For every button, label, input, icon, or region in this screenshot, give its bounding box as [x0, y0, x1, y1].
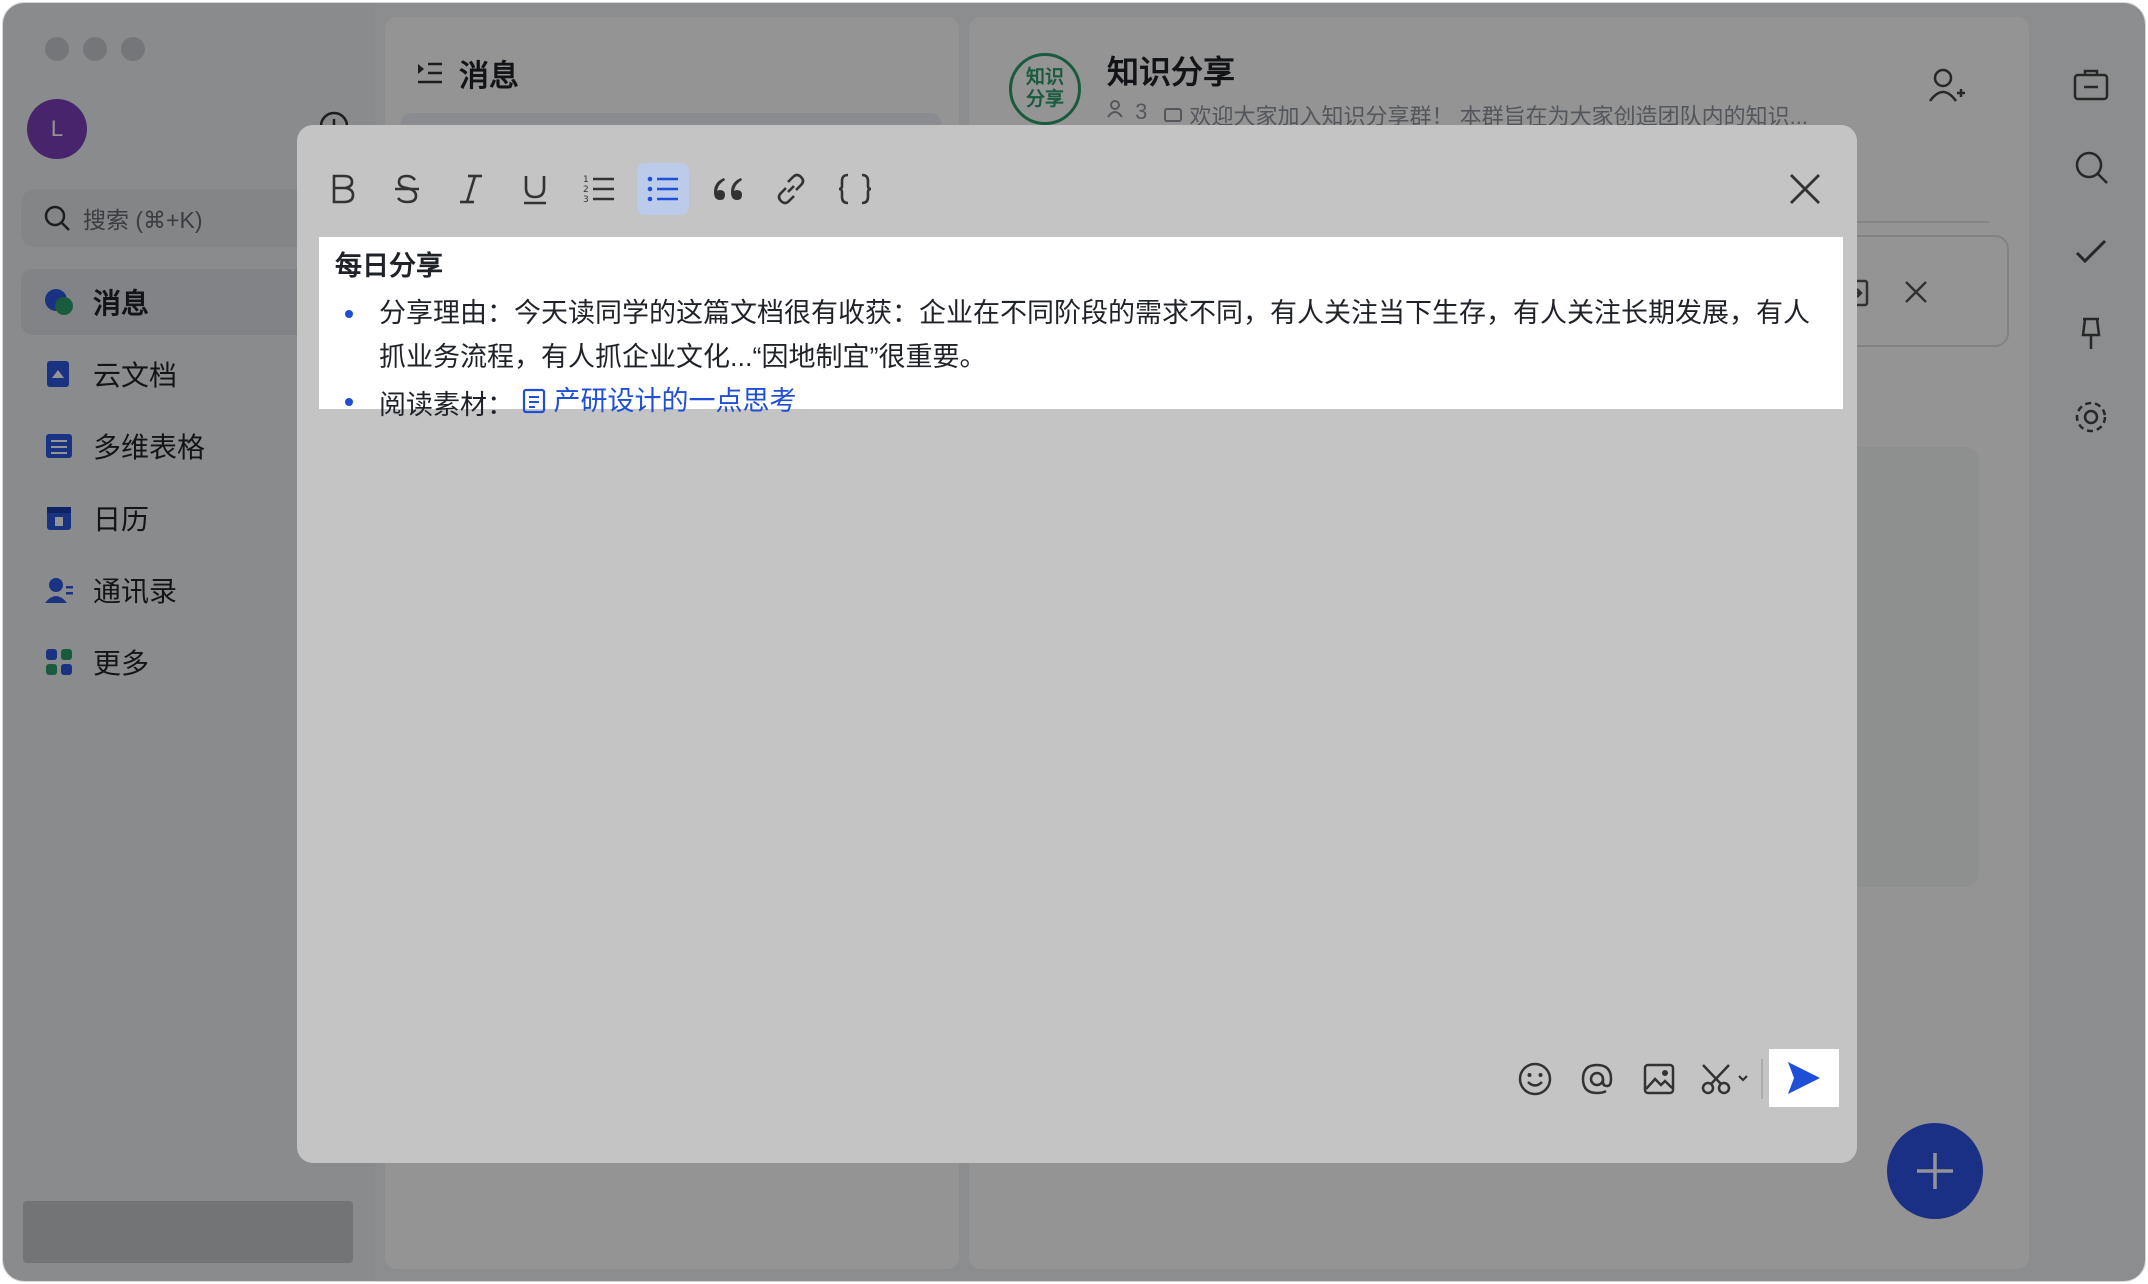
- image-icon: [1643, 1063, 1675, 1095]
- bullet-list: 分享理由：今天读同学的这篇文档很有收获：企业在不同阶段的需求不同，有人关注当下生…: [335, 291, 1827, 427]
- bullet-list-button[interactable]: [637, 163, 689, 215]
- send-button[interactable]: [1769, 1049, 1839, 1107]
- divider: [1761, 1059, 1763, 1099]
- composer-tools: [1513, 1057, 1753, 1101]
- bold-button[interactable]: [317, 163, 369, 215]
- mention-button[interactable]: [1575, 1057, 1619, 1101]
- bullet-text: 分享理由：今天读同学的这篇文档很有收获：企业在不同阶段的需求不同，有人关注当下生…: [379, 298, 1810, 372]
- link-icon: [777, 173, 805, 205]
- ordered-list-icon: 123: [583, 175, 614, 205]
- doc-link-text: 产研设计的一点思考: [553, 386, 797, 416]
- format-toolbar: 123: [317, 163, 881, 215]
- strikethrough-icon: [395, 174, 419, 204]
- scissors-icon: [1701, 1064, 1748, 1095]
- emoji-icon: [1518, 1062, 1552, 1096]
- svg-text:1: 1: [583, 175, 589, 185]
- italic-icon: [460, 174, 482, 204]
- ordered-list-button[interactable]: 123: [573, 163, 625, 215]
- quote-icon: [714, 178, 742, 200]
- svg-text:3: 3: [583, 195, 589, 205]
- document-icon: [522, 388, 545, 414]
- image-button[interactable]: [1637, 1057, 1681, 1101]
- list-item: 阅读素材： 产研设计的一点思考: [335, 379, 1827, 427]
- doc-link[interactable]: 产研设计的一点思考: [522, 379, 797, 423]
- close-icon[interactable]: [1785, 169, 1825, 209]
- quote-button[interactable]: [701, 163, 753, 215]
- italic-button[interactable]: [445, 163, 497, 215]
- underline-icon: [524, 176, 546, 205]
- rich-text-editor-modal: 123 每日分享 分享理由：今天读同学的这篇文档很有收获：企业在不同阶段的需求不…: [297, 125, 1857, 1163]
- list-item: 分享理由：今天读同学的这篇文档很有收获：企业在不同阶段的需求不同，有人关注当下生…: [335, 291, 1827, 379]
- bullet-list-icon: [647, 176, 678, 202]
- screenshot-button[interactable]: [1699, 1057, 1753, 1101]
- code-block-icon: [838, 173, 872, 205]
- strikethrough-button[interactable]: [381, 163, 433, 215]
- code-block-button[interactable]: [829, 163, 881, 215]
- editor-content[interactable]: 每日分享 分享理由：今天读同学的这篇文档很有收获：企业在不同阶段的需求不同，有人…: [319, 237, 1843, 420]
- content-heading: 每日分享: [335, 251, 443, 281]
- svg-text:2: 2: [583, 185, 589, 195]
- underline-button[interactable]: [509, 163, 561, 215]
- bullet-prefix: 阅读素材：: [379, 390, 514, 420]
- emoji-button[interactable]: [1513, 1057, 1557, 1101]
- at-icon: [1581, 1063, 1613, 1095]
- app-window: L 搜索 (⌘+K) 消息 云文档 多维表格 日历 通讯录 更多 消息 知识 分…: [2, 2, 2146, 1282]
- link-button[interactable]: [765, 163, 817, 215]
- bold-icon: [332, 174, 355, 204]
- send-icon: [1788, 1062, 1820, 1094]
